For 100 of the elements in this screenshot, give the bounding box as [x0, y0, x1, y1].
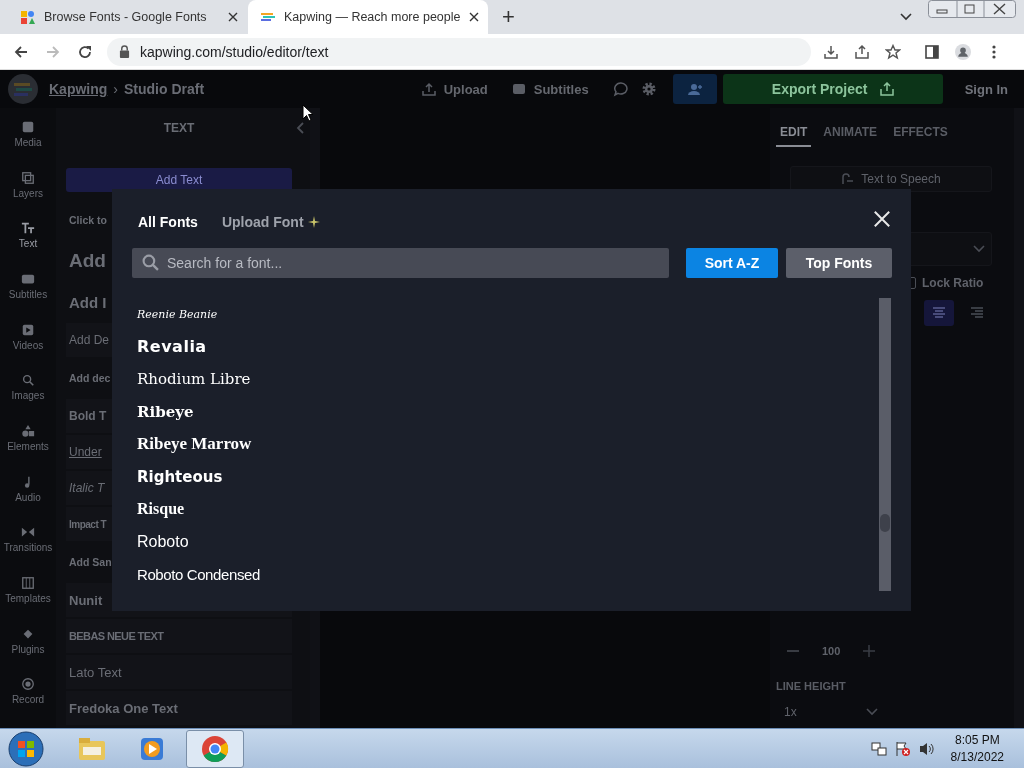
search-field[interactable]: Search for a font...: [132, 248, 669, 278]
play-icon: [21, 322, 35, 337]
font-option[interactable]: Revalia: [137, 337, 207, 357]
sidebar-item[interactable]: Audio: [0, 474, 56, 526]
subtitles-icon: [511, 82, 526, 96]
text-style-option[interactable]: Impact T: [69, 518, 107, 530]
sidebar-item[interactable]: Layers: [0, 170, 56, 222]
font-option[interactable]: Roboto: [137, 532, 189, 551]
square-icon: [21, 120, 35, 134]
text-to-speech-button[interactable]: Text to Speech: [790, 166, 992, 192]
panel-text: Click to: [69, 214, 107, 226]
reload-icon[interactable]: [77, 43, 93, 60]
font-option[interactable]: Reenie Beanie: [137, 307, 218, 321]
sidebar-item[interactable]: Images: [0, 373, 56, 425]
subtitles-icon: [21, 272, 35, 286]
sidebar-item[interactable]: Subtitles: [0, 272, 56, 323]
star-icon[interactable]: [885, 43, 901, 60]
download-icon[interactable]: [823, 43, 839, 60]
chevron-down-icon: [973, 245, 985, 253]
chevron-down-icon[interactable]: [900, 13, 912, 21]
text-style-option[interactable]: Bold T: [69, 409, 107, 423]
panel-text: Add San: [69, 556, 112, 568]
clock-time[interactable]: 8:05 PM: [954, 731, 1000, 749]
new-tab-button[interactable]: +: [502, 4, 515, 30]
chrome-icon: [200, 733, 230, 764]
line-height-label: LINE HEIGHT: [776, 680, 847, 692]
close-icon[interactable]: [468, 12, 479, 22]
flag-icon[interactable]: [894, 740, 911, 757]
window-controls[interactable]: [928, 0, 1016, 18]
text-style-option[interactable]: Nunit: [69, 592, 103, 608]
search-icon: [21, 373, 35, 388]
layers-icon: [21, 170, 35, 185]
dialog-tab[interactable]: Upload Font: [221, 214, 320, 230]
font-option[interactable]: Rhodium Libre: [137, 370, 251, 389]
sign-in-link[interactable]: Sign In: [964, 81, 1008, 97]
side-panel-icon[interactable]: [924, 43, 940, 60]
chevron-down-icon: [866, 708, 878, 716]
browser-tab[interactable]: Browse Fonts - Google Fonts: [8, 0, 248, 34]
text-style-option[interactable]: Italic T: [69, 481, 105, 495]
panel-text: Add: [69, 250, 106, 272]
profile-icon[interactable]: [955, 43, 971, 60]
font-option[interactable]: Righteous: [137, 467, 223, 486]
lock-ratio-label: Lock Ratio: [922, 276, 984, 290]
sidebar-item[interactable]: Plugins: [0, 626, 56, 678]
export-project-button[interactable]: Export Project: [722, 74, 943, 104]
panel-tab[interactable]: ANIMATE: [819, 119, 882, 147]
upload-button[interactable]: Upload: [421, 81, 488, 97]
panel-text: Add I: [69, 293, 107, 311]
google-fonts-favicon-icon: [20, 9, 36, 25]
sidebar-item[interactable]: Videos: [0, 322, 56, 374]
sidebar-item[interactable]: Record: [0, 677, 56, 729]
dialog-tab[interactable]: All Fonts: [138, 214, 198, 230]
breadcrumb-separator: ›: [113, 81, 118, 97]
start-button[interactable]: [8, 730, 44, 767]
close-icon[interactable]: [228, 12, 238, 22]
back-icon[interactable]: [13, 43, 29, 60]
lock-icon: [119, 45, 130, 58]
sidebar-item[interactable]: Text: [0, 221, 56, 272]
sidebar-item[interactable]: Transitions: [0, 525, 56, 577]
speech-icon: [841, 172, 856, 186]
text-style-option[interactable]: Lato Text: [69, 664, 122, 680]
panel-tab[interactable]: EFFECTS: [889, 119, 952, 147]
settings-icon[interactable]: [640, 81, 657, 97]
font-option[interactable]: Roboto Condensed: [137, 565, 260, 583]
panel-title: TEXT: [163, 121, 195, 135]
font-option[interactable]: Risque: [137, 500, 185, 519]
share-icon[interactable]: [854, 43, 870, 60]
search-icon: [142, 254, 159, 271]
clock-date[interactable]: 8/13/2022: [950, 748, 1004, 766]
font-option[interactable]: Ribeye: [137, 402, 194, 421]
text-style-option[interactable]: Under: [69, 445, 102, 459]
add-text-button[interactable]: Add Text: [66, 168, 292, 192]
comment-icon[interactable]: [612, 81, 629, 97]
scrollbar[interactable]: [879, 298, 891, 591]
sidebar-item[interactable]: Media: [0, 120, 56, 171]
text-style-option[interactable]: BEBAS NEUE TEXT: [69, 630, 164, 642]
share-icon: [879, 82, 894, 96]
speaker-icon[interactable]: [918, 740, 935, 757]
top-fonts-button[interactable]: Top Fonts: [786, 248, 892, 278]
invite-button[interactable]: [672, 74, 717, 104]
taskbar-button[interactable]: [186, 729, 244, 768]
font-option[interactable]: Ribeye Marrow: [137, 434, 252, 455]
subtitles-button[interactable]: Subtitles: [511, 81, 589, 97]
browser-tab[interactable]: Kapwing — Reach more people: [248, 0, 488, 34]
sidebar-item[interactable]: Templates: [0, 576, 56, 627]
kapwing-link[interactable]: Kapwing: [49, 81, 108, 97]
project-title[interactable]: Studio Draft: [124, 81, 205, 97]
address-bar[interactable]: kapwing.com/studio/editor/text: [107, 37, 811, 66]
align-center-icon: [932, 307, 946, 319]
sidebar-item[interactable]: Elements: [0, 424, 56, 475]
line-height-dropdown[interactable]: 1x: [776, 698, 892, 726]
text-style-option[interactable]: Add De: [69, 333, 110, 347]
panel-tab[interactable]: EDIT: [776, 119, 812, 147]
text-icon: [21, 221, 35, 236]
sort-az-button[interactable]: Sort A-Z: [686, 248, 778, 278]
panel-text: Add dec: [69, 372, 111, 384]
network-icon[interactable]: [870, 740, 887, 757]
record-icon: [21, 677, 35, 692]
person-add-icon: [686, 83, 703, 95]
cursor-icon: [302, 104, 314, 122]
